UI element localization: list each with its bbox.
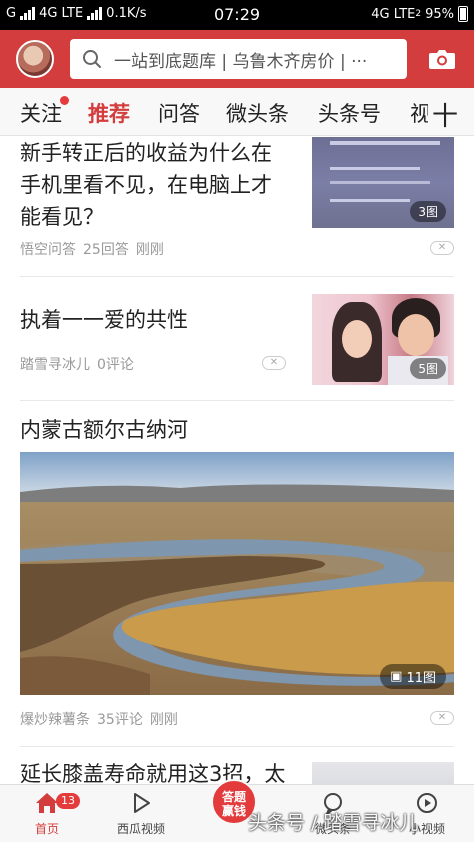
play-icon — [134, 793, 150, 813]
battery-percent: 95% — [425, 6, 454, 22]
add-channel-button[interactable]: 十 — [427, 96, 458, 133]
item-meta: 踏雪寻冰儿 0评论 — [20, 354, 134, 374]
item-stat: 0评论 — [97, 357, 134, 373]
dislike-button[interactable]: ✕ — [430, 711, 454, 725]
status-bar: G 4G LTE 0.1K/s 07:29 4G LTE 2 95% — [0, 0, 474, 30]
nav-video[interactable]: 西瓜视频 — [96, 791, 186, 837]
item-stat: 35评论 — [97, 712, 143, 728]
item-meta: 悟空问答 25回答 刚刚 — [20, 239, 164, 259]
divider — [20, 746, 454, 747]
item-meta: 爆炒辣薯条 35评论 刚刚 — [20, 709, 178, 729]
item-title: 延长膝盖寿命就用这3招，太 — [20, 762, 286, 784]
item-thumbnail — [312, 762, 454, 784]
channel-tabs: 关注 推荐 问答 微头条 头条号 视 十 — [0, 88, 474, 136]
image-count-badge: 3图 — [410, 201, 446, 222]
network-right-label: 4G LTE — [371, 6, 416, 22]
dislike-button[interactable]: ✕ — [430, 241, 454, 255]
battery-icon — [458, 6, 468, 22]
nav-label: 西瓜视频 — [116, 822, 165, 836]
status-right: 4G LTE 2 95% — [371, 6, 468, 22]
tab-label: 关注 — [20, 102, 62, 126]
landscape-photo — [20, 452, 454, 695]
tab-micro[interactable]: 微头条 — [226, 98, 289, 128]
item-time: 刚刚 — [135, 242, 164, 258]
item-title: 新手转正后的收益为什么在手机里看不见，在电脑上才能看见？ — [20, 141, 272, 229]
item-source: 踏雪寻冰儿 — [20, 357, 90, 373]
item-source: 悟空问答 — [20, 242, 76, 258]
divider — [20, 276, 454, 277]
search-bar[interactable]: 一站到底题库 | 乌鲁木齐房价 | ··· — [70, 39, 407, 79]
item-stat: 25回答 — [83, 242, 129, 258]
tab-recommend[interactable]: 推荐 — [88, 98, 130, 128]
tab-follow[interactable]: 关注 — [20, 96, 69, 128]
notification-badge: 13 — [56, 793, 80, 809]
image-count: 11图 — [406, 671, 436, 686]
tab-qa[interactable]: 问答 — [158, 98, 200, 128]
nav-home[interactable]: 13 首页 — [2, 791, 92, 837]
feed-item-1[interactable]: 新手转正后的收益为什么在手机里看不见，在电脑上才能看见？ 悟空问答 25回答 刚… — [20, 137, 454, 259]
item-source: 爆炒辣薯条 — [20, 712, 90, 728]
item-thumbnail: 3图 — [312, 137, 454, 228]
image-count-badge: 5图 — [410, 358, 446, 379]
watermark: 头条号 / 踏雪寻冰儿 — [248, 812, 419, 834]
divider — [20, 400, 454, 401]
feed-item-2[interactable]: 执着一一爱的共性 踏雪寻冰儿 0评论 ✕ 5图 — [20, 294, 454, 394]
new-dot — [60, 96, 69, 105]
feed-item-3[interactable]: 内蒙古额尔古纳河 ▣ 11图 爆炒辣薯条 35评论 刚刚 ✕ — [20, 412, 454, 742]
dislike-button[interactable]: ✕ — [262, 356, 286, 370]
item-time: 刚刚 — [149, 712, 178, 728]
item-thumbnail: ▣ 11图 — [20, 452, 454, 695]
search-placeholder: 一站到底题库 | 乌鲁木齐房价 | ··· — [114, 51, 368, 72]
item-title: 内蒙古额尔古纳河 — [20, 418, 188, 442]
camera-icon[interactable] — [428, 46, 456, 72]
network-right-sub: 2 — [415, 9, 422, 19]
avatar[interactable] — [16, 40, 54, 78]
app-header: 一站到底题库 | 乌鲁木齐房价 | ··· — [0, 30, 474, 88]
image-count-badge: ▣ 11图 — [380, 664, 446, 689]
nav-label: 首页 — [34, 822, 59, 836]
news-feed: 新手转正后的收益为什么在手机里看不见，在电脑上才能看见？ 悟空问答 25回答 刚… — [0, 137, 474, 784]
tab-toutiao-account[interactable]: 头条号 — [318, 98, 381, 128]
item-thumbnail: 5图 — [312, 294, 454, 385]
item-title: 执着一一爱的共性 — [20, 308, 188, 332]
gallery-icon: ▣ — [390, 669, 403, 684]
answer-label: 答题赢钱 — [221, 790, 246, 818]
search-icon — [83, 50, 101, 68]
